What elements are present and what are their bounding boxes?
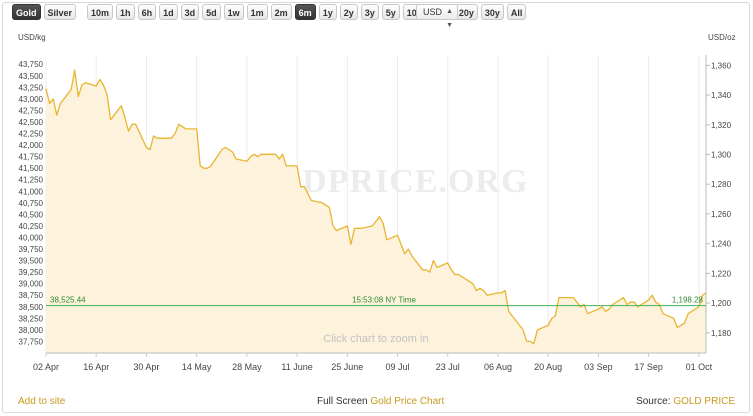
- crosshair-time-label: 15:53:08 NY Time: [352, 296, 416, 305]
- x-tick-label: 23 Jul: [436, 362, 460, 372]
- x-tick-label: 01 Oct: [686, 362, 713, 372]
- x-tick-label: 30 Apr: [133, 362, 159, 372]
- left-tick-label: 38,250: [19, 314, 44, 323]
- left-tick-label: 38,750: [19, 291, 44, 300]
- full-screen-link[interactable]: Full Screen Gold Price Chart: [317, 396, 444, 407]
- source-link[interactable]: GOLD PRICE: [673, 396, 735, 407]
- right-tick-label: 1,180: [711, 329, 732, 338]
- left-tick-label: 39,500: [19, 257, 44, 266]
- source-label: Source:: [636, 396, 671, 407]
- x-tick-label: 02 Apr: [33, 362, 59, 372]
- right-tick-label: 1,360: [711, 61, 732, 70]
- right-tick-label: 1,300: [711, 151, 732, 160]
- gold-price-chart[interactable]: 02 Apr 16 Apr 30 Apr 14 May 28 May 11 June 25 …: [0, 0, 753, 396]
- left-tick-label: 41,750: [19, 153, 44, 162]
- x-tick-label: 11 June: [281, 362, 312, 372]
- x-tick-label: 03 Sep: [584, 362, 613, 372]
- add-to-site-link[interactable]: Add to site: [18, 396, 65, 407]
- left-tick-label: 40,000: [19, 233, 44, 242]
- x-tick-label: 25 June: [331, 362, 363, 372]
- source-credit: Source: GOLD PRICE: [636, 396, 735, 407]
- x-tick-label: 17 Sep: [634, 362, 663, 372]
- x-tick-label: 09 Jul: [386, 362, 410, 372]
- x-tick-label: 28 May: [232, 362, 262, 372]
- crosshair-left-label: 38,525.44: [50, 296, 86, 305]
- left-tick-label: 38,000: [19, 326, 44, 335]
- left-tick-label: 38,500: [19, 303, 44, 312]
- left-tick-label: 39,750: [19, 245, 44, 254]
- left-tick-label: 40,250: [19, 222, 44, 231]
- right-tick-label: 1,280: [711, 180, 732, 189]
- right-tick-label: 1,320: [711, 121, 732, 130]
- left-tick-label: 43,500: [19, 72, 44, 81]
- x-tick-label: 06 Aug: [484, 362, 512, 372]
- left-tick-label: 41,500: [19, 164, 44, 173]
- left-tick-label: 39,250: [19, 268, 44, 277]
- x-tick-label: 20 Aug: [534, 362, 562, 372]
- left-tick-label: 41,000: [19, 187, 44, 196]
- left-tick-label: 42,000: [19, 141, 44, 150]
- x-tick-label: 16 Apr: [83, 362, 109, 372]
- right-tick-label: 1,240: [711, 240, 732, 249]
- right-tick-label: 1,260: [711, 210, 732, 219]
- add-to-site-label: Add to site: [18, 396, 66, 407]
- left-tick-label: 42,500: [19, 118, 44, 127]
- right-tick-label: 1,340: [711, 91, 732, 100]
- left-tick-label: 40,750: [19, 199, 44, 208]
- full-screen-label: Full Screen: [317, 396, 368, 407]
- zoom-hint: Click chart to zoom in: [323, 333, 428, 345]
- left-tick-label: 43,750: [19, 60, 44, 69]
- left-tick-label: 39,000: [19, 280, 44, 289]
- left-tick-label: 43,250: [19, 83, 44, 92]
- left-tick-label: 42,250: [19, 130, 44, 139]
- left-tick-label: 40,500: [19, 210, 44, 219]
- left-tick-label: 41,250: [19, 176, 44, 185]
- left-tick-label: 37,750: [19, 337, 44, 346]
- left-tick-label: 43,000: [19, 95, 44, 104]
- gold-price-chart-link[interactable]: Gold Price Chart: [370, 396, 444, 407]
- left-axis-unit: USD/kg: [18, 33, 46, 42]
- x-tick-label: 14 May: [182, 362, 212, 372]
- right-axis-unit: USD/oz: [708, 33, 736, 42]
- right-tick-label: 1,220: [711, 269, 732, 278]
- crosshair-right-label: 1,198.28: [672, 296, 704, 305]
- right-tick-label: 1,200: [711, 299, 732, 308]
- left-tick-label: 42,750: [19, 106, 44, 115]
